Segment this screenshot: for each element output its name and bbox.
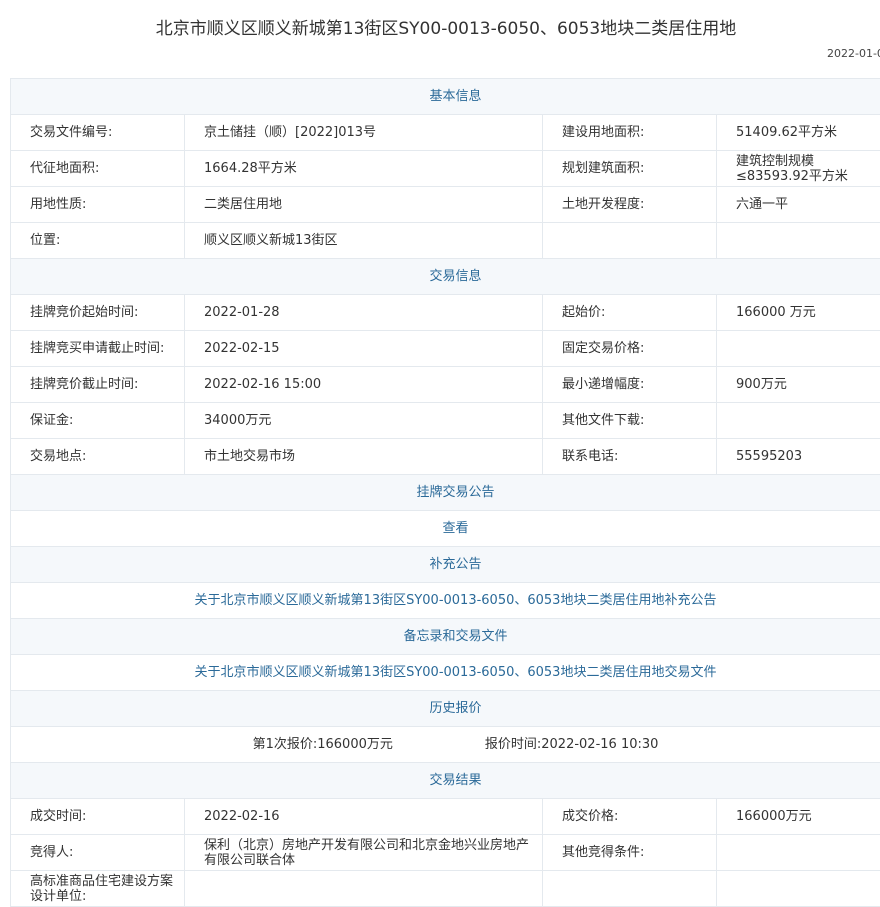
land-use-value: 二类居住用地 — [185, 187, 543, 223]
doc-no-label: 交易文件编号: — [11, 115, 185, 151]
start-price-label: 起始价: — [543, 295, 717, 331]
acq-area-label: 代征地面积: — [11, 151, 185, 187]
table-row: 保证金: 34000万元 其他文件下载: — [11, 403, 880, 439]
apply-end-value: 2022-02-15 — [185, 331, 543, 367]
other-files-label: 其他文件下载: — [543, 403, 717, 439]
table-row: 关于北京市顺义区顺义新城第13街区SY00-0013-6050、6053地块二类… — [11, 655, 880, 691]
deposit-label: 保证金: — [11, 403, 185, 439]
section-notice: 挂牌交易公告 — [11, 475, 880, 511]
empty-cell — [717, 223, 880, 259]
table-row: 挂牌竞价截止时间: 2022-02-16 15:00 最小递增幅度: 900万元 — [11, 367, 880, 403]
other-files-value — [717, 403, 880, 439]
dev-level-label: 土地开发程度: — [543, 187, 717, 223]
plan-area-value: 建筑控制规模 ≤83593.92平方米 — [717, 151, 880, 187]
table-row: 交易地点: 市土地交易市场 联系电话: 55595203 — [11, 439, 880, 475]
deposit-value: 34000万元 — [185, 403, 543, 439]
page-title: 北京市顺义区顺义新城第13街区SY00-0013-6050、6053地块二类居住… — [0, 14, 880, 39]
plan-area-label: 规划建筑面积: — [543, 151, 717, 187]
bid-value: 166000万元 — [317, 737, 393, 752]
empty-cell — [717, 871, 880, 907]
designer-value — [185, 871, 543, 907]
designer-label: 高标准商品住宅建设方案设计单位: — [11, 871, 185, 907]
section-header-memo: 备忘录和交易文件 — [11, 619, 880, 655]
deal-time-value: 2022-02-16 — [185, 799, 543, 835]
section-supplement: 补充公告 — [11, 547, 880, 583]
phone-value: 55595203 — [717, 439, 880, 475]
table-row: 交易文件编号: 京土储挂（顺）[2022]013号 建设用地面积: 51409.… — [11, 115, 880, 151]
winner-label: 竞得人: — [11, 835, 185, 871]
land-area-value: 51409.62平方米 — [717, 115, 880, 151]
location-value: 顺义区顺义新城13街区 — [185, 223, 543, 259]
trade-document-link[interactable]: 关于北京市顺义区顺义新城第13街区SY00-0013-6050、6053地块二类… — [11, 655, 880, 691]
land-area-label: 建设用地面积: — [543, 115, 717, 151]
table-row: 高标准商品住宅建设方案设计单位: — [11, 871, 880, 907]
supplement-notice-link[interactable]: 关于北京市顺义区顺义新城第13街区SY00-0013-6050、6053地块二类… — [11, 583, 880, 619]
deal-time-label: 成交时间: — [11, 799, 185, 835]
fixed-price-label: 固定交易价格: — [543, 331, 717, 367]
empty-cell — [543, 871, 717, 907]
section-header-result: 交易结果 — [11, 763, 880, 799]
table-row: 代征地面积: 1664.28平方米 规划建筑面积: 建筑控制规模 ≤83593.… — [11, 151, 880, 187]
deal-price-label: 成交价格: — [543, 799, 717, 835]
acq-area-value: 1664.28平方米 — [185, 151, 543, 187]
section-basic-info: 基本信息 — [11, 79, 880, 115]
empty-cell — [543, 223, 717, 259]
start-time-value: 2022-01-28 — [185, 295, 543, 331]
start-price-value: 166000 万元 — [717, 295, 880, 331]
section-header-notice: 挂牌交易公告 — [11, 475, 880, 511]
publish-date: 2022-01-07 — [827, 47, 880, 60]
section-history: 历史报价 — [11, 691, 880, 727]
winner-value: 保利（北京）房地产开发有限公司和北京金地兴业房地产有限公司联合体 — [185, 835, 543, 871]
bid-time-value: 2022-02-16 10:30 — [541, 737, 658, 752]
land-use-label: 用地性质: — [11, 187, 185, 223]
land-info-table: 基本信息 交易文件编号: 京土储挂（顺）[2022]013号 建设用地面积: 5… — [10, 78, 880, 907]
phone-label: 联系电话: — [543, 439, 717, 475]
table-row: 第1次报价:166000万元 报价时间:2022-02-16 10:30 — [11, 727, 880, 763]
apply-end-label: 挂牌竞买申请截止时间: — [11, 331, 185, 367]
doc-no-value: 京土储挂（顺）[2022]013号 — [185, 115, 543, 151]
table-row: 成交时间: 2022-02-16 成交价格: 166000万元 — [11, 799, 880, 835]
location-label: 位置: — [11, 223, 185, 259]
view-notice-link[interactable]: 查看 — [11, 511, 880, 547]
deal-price-value: 166000万元 — [717, 799, 880, 835]
table-row: 关于北京市顺义区顺义新城第13街区SY00-0013-6050、6053地块二类… — [11, 583, 880, 619]
table-row: 挂牌竞价起始时间: 2022-01-28 起始价: 166000 万元 — [11, 295, 880, 331]
section-memo: 备忘录和交易文件 — [11, 619, 880, 655]
dev-level-value: 六通一平 — [717, 187, 880, 223]
bid-time-label: 报价时间: — [485, 737, 541, 752]
min-increment-label: 最小递增幅度: — [543, 367, 717, 403]
section-trade-info: 交易信息 — [11, 259, 880, 295]
bid-label: 第1次报价: — [253, 737, 318, 752]
table-row: 挂牌竞买申请截止时间: 2022-02-15 固定交易价格: — [11, 331, 880, 367]
table-row: 位置: 顺义区顺义新城13街区 — [11, 223, 880, 259]
section-header-history: 历史报价 — [11, 691, 880, 727]
min-increment-value: 900万元 — [717, 367, 880, 403]
bid-history-row: 第1次报价:166000万元 报价时间:2022-02-16 10:30 — [11, 727, 880, 763]
bid-end-value: 2022-02-16 15:00 — [185, 367, 543, 403]
start-time-label: 挂牌竞价起始时间: — [11, 295, 185, 331]
table-row: 查看 — [11, 511, 880, 547]
trade-place-label: 交易地点: — [11, 439, 185, 475]
section-header-trade: 交易信息 — [11, 259, 880, 295]
section-header-supplement: 补充公告 — [11, 547, 880, 583]
table-row: 竞得人: 保利（北京）房地产开发有限公司和北京金地兴业房地产有限公司联合体 其他… — [11, 835, 880, 871]
other-conditions-label: 其他竞得条件: — [543, 835, 717, 871]
section-header-basic: 基本信息 — [11, 79, 880, 115]
fixed-price-value — [717, 331, 880, 367]
trade-place-value: 市土地交易市场 — [185, 439, 543, 475]
other-conditions-value — [717, 835, 880, 871]
table-row: 用地性质: 二类居住用地 土地开发程度: 六通一平 — [11, 187, 880, 223]
section-result: 交易结果 — [11, 763, 880, 799]
bid-end-label: 挂牌竞价截止时间: — [11, 367, 185, 403]
